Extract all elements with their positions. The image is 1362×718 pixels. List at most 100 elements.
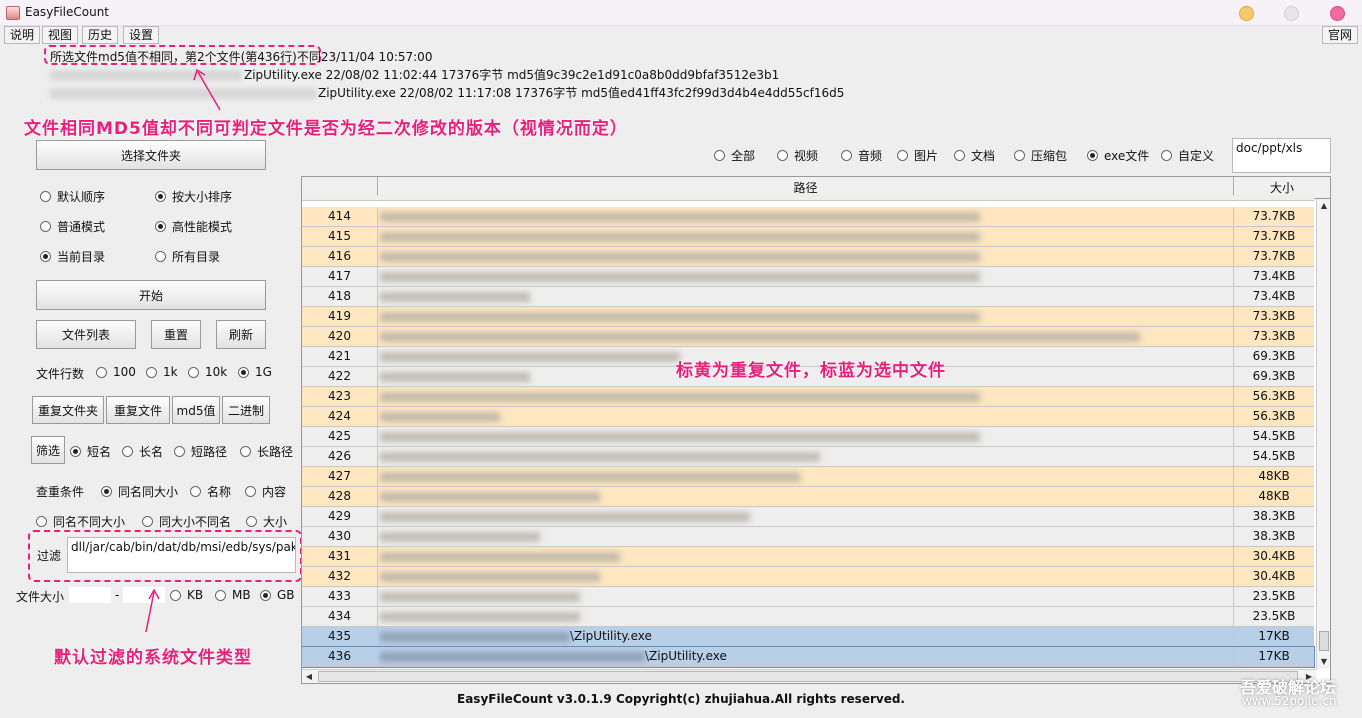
title-bar: [0, 0, 1362, 26]
radio-indicator: [170, 589, 181, 601]
website-button[interactable]: 官网: [1322, 26, 1359, 44]
scroll-down-icon[interactable]: ▼: [1317, 655, 1330, 669]
table-row[interactable]: 425 54.5KB: [302, 427, 1314, 447]
table-row[interactable]: 434 23.5KB: [302, 607, 1314, 627]
filter-input[interactable]: dll/jar/cab/bin/dat/db/msi/edb/sys/pak/j…: [67, 537, 296, 573]
dup-samename-diffsize-radio[interactable]: 同名不同大小: [36, 513, 125, 530]
dup-size-radio[interactable]: 大小: [246, 513, 287, 530]
table-row[interactable]: 432 30.4KB: [302, 567, 1314, 587]
name-shortpath-radio[interactable]: 短路径: [174, 443, 227, 460]
table-row[interactable]: 423 56.3KB: [302, 387, 1314, 407]
menu-help[interactable]: 说明: [4, 26, 41, 44]
dup-samename-samesize-radio[interactable]: 同名同大小: [101, 483, 178, 500]
row-size: 48KB: [1258, 469, 1290, 483]
rows-1k-radio[interactable]: 1k: [146, 365, 178, 379]
type-radio-2[interactable]: 音频: [841, 147, 882, 164]
table-row[interactable]: 417 73.4KB: [302, 267, 1314, 287]
close-button[interactable]: [1330, 6, 1345, 21]
table-row[interactable]: 415 73.7KB: [302, 227, 1314, 247]
table-row[interactable]: 426 54.5KB: [302, 447, 1314, 467]
dir-all-radio[interactable]: 所有目录: [155, 248, 220, 265]
sort-by-size-radio[interactable]: 按大小排序: [155, 188, 232, 205]
dup-file-button[interactable]: 重复文件: [106, 396, 170, 424]
mode-normal-radio[interactable]: 普通模式: [40, 218, 105, 235]
dir-current-radio[interactable]: 当前目录: [40, 248, 105, 265]
menu-history[interactable]: 历史: [82, 26, 119, 44]
maximize-button[interactable]: [1284, 6, 1299, 21]
scroll-up-icon[interactable]: ▲: [1317, 199, 1330, 213]
select-folder-button[interactable]: 选择文件夹: [36, 140, 266, 170]
rows-10k-radio[interactable]: 10k: [188, 365, 227, 379]
table-row[interactable]: 420 73.3KB: [302, 327, 1314, 347]
vertical-scrollbar[interactable]: ▲ ▼: [1316, 199, 1330, 669]
filter-label: 过滤: [37, 549, 62, 563]
horizontal-scrollbar[interactable]: ◀ ▶: [302, 669, 1316, 683]
table-row[interactable]: 428 48KB: [302, 487, 1314, 507]
table-row[interactable]: 419 73.3KB: [302, 307, 1314, 327]
reset-button[interactable]: 重置: [151, 320, 201, 349]
refresh-button[interactable]: 刷新: [216, 320, 266, 349]
name-long-radio[interactable]: 长名: [122, 443, 163, 460]
table-row[interactable]: 427 48KB: [302, 467, 1314, 487]
table-row[interactable]: 416 73.7KB: [302, 247, 1314, 267]
radio-indicator: [122, 446, 133, 457]
size-label: 文件大小: [16, 590, 65, 604]
unit-gb-radio[interactable]: GB: [260, 588, 295, 602]
row-path: [378, 407, 1234, 426]
row-size: 23.5KB: [1252, 609, 1296, 623]
row-path: [378, 487, 1234, 506]
unit-kb-radio[interactable]: KB: [170, 588, 203, 602]
scroll-left-icon[interactable]: ◀: [302, 670, 316, 683]
type-radio-6[interactable]: exe文件: [1087, 147, 1149, 164]
radio-indicator: [40, 251, 51, 262]
rows-100-radio[interactable]: 100: [96, 365, 136, 379]
table-row[interactable]: 431 30.4KB: [302, 547, 1314, 567]
type-radio-3[interactable]: 图片: [897, 147, 938, 164]
menu-view[interactable]: 视图: [42, 26, 79, 44]
start-button[interactable]: 开始: [36, 280, 266, 310]
table-row[interactable]: 435 \ZipUtility.exe 17KB: [302, 627, 1314, 647]
unit-mb-radio[interactable]: MB: [215, 588, 251, 602]
name-short-radio[interactable]: 短名: [70, 443, 111, 460]
file-list-button[interactable]: 文件列表: [36, 320, 136, 349]
sort-default-radio[interactable]: 默认顺序: [40, 188, 105, 205]
row-path: [378, 207, 1234, 226]
minimize-button[interactable]: [1239, 6, 1254, 21]
size-min-input[interactable]: [68, 586, 112, 604]
table-row[interactable]: 433 23.5KB: [302, 587, 1314, 607]
filter-button[interactable]: 筛选: [31, 436, 65, 464]
row-size: 17KB: [1258, 629, 1290, 643]
radio-indicator: [155, 251, 166, 262]
mode-high-radio[interactable]: 高性能模式: [155, 218, 232, 235]
window-title: EasyFileCount: [25, 5, 110, 19]
hscroll-thumb[interactable]: [318, 671, 1298, 682]
dup-name-radio[interactable]: 名称: [190, 483, 231, 500]
radio-indicator: [714, 150, 725, 161]
highlight-annotation: 标黄为重复文件，标蓝为选中文件: [676, 361, 946, 381]
type-radio-1[interactable]: 视频: [777, 147, 818, 164]
type-radio-7[interactable]: 自定义: [1161, 147, 1214, 164]
scroll-thumb[interactable]: [1319, 631, 1329, 651]
name-longpath-radio[interactable]: 长路径: [240, 443, 293, 460]
type-radio-0[interactable]: 全部: [714, 147, 755, 164]
dup-content-radio[interactable]: 内容: [245, 483, 286, 500]
table-row[interactable]: 429 38.3KB: [302, 507, 1314, 527]
dup-samesize-diffname-radio[interactable]: 同大小不同名: [142, 513, 231, 530]
info-line-2: ZipUtility.exe 22/08/02 11:02:44 17376字节…: [50, 66, 779, 83]
table-row[interactable]: 436 \ZipUtility.exe 17KB: [302, 646, 1315, 668]
dup-folder-button[interactable]: 重复文件夹: [32, 396, 104, 424]
table-row[interactable]: 430 38.3KB: [302, 527, 1314, 547]
menu-settings[interactable]: 设置: [123, 26, 160, 44]
radio-indicator: [101, 486, 112, 497]
row-index: 435: [302, 627, 378, 646]
type-radio-4[interactable]: 文档: [954, 147, 995, 164]
rows-1g-radio[interactable]: 1G: [238, 365, 272, 379]
custom-ext-input[interactable]: doc/ppt/xls: [1232, 138, 1331, 173]
table-row[interactable]: 414 73.7KB: [302, 207, 1314, 227]
row-path: [378, 567, 1234, 586]
binary-button[interactable]: 二进制: [222, 396, 270, 424]
table-row[interactable]: 418 73.4KB: [302, 287, 1314, 307]
table-row[interactable]: 424 56.3KB: [302, 407, 1314, 427]
type-radio-5[interactable]: 压缩包: [1014, 147, 1067, 164]
md5-button[interactable]: md5值: [172, 396, 220, 424]
